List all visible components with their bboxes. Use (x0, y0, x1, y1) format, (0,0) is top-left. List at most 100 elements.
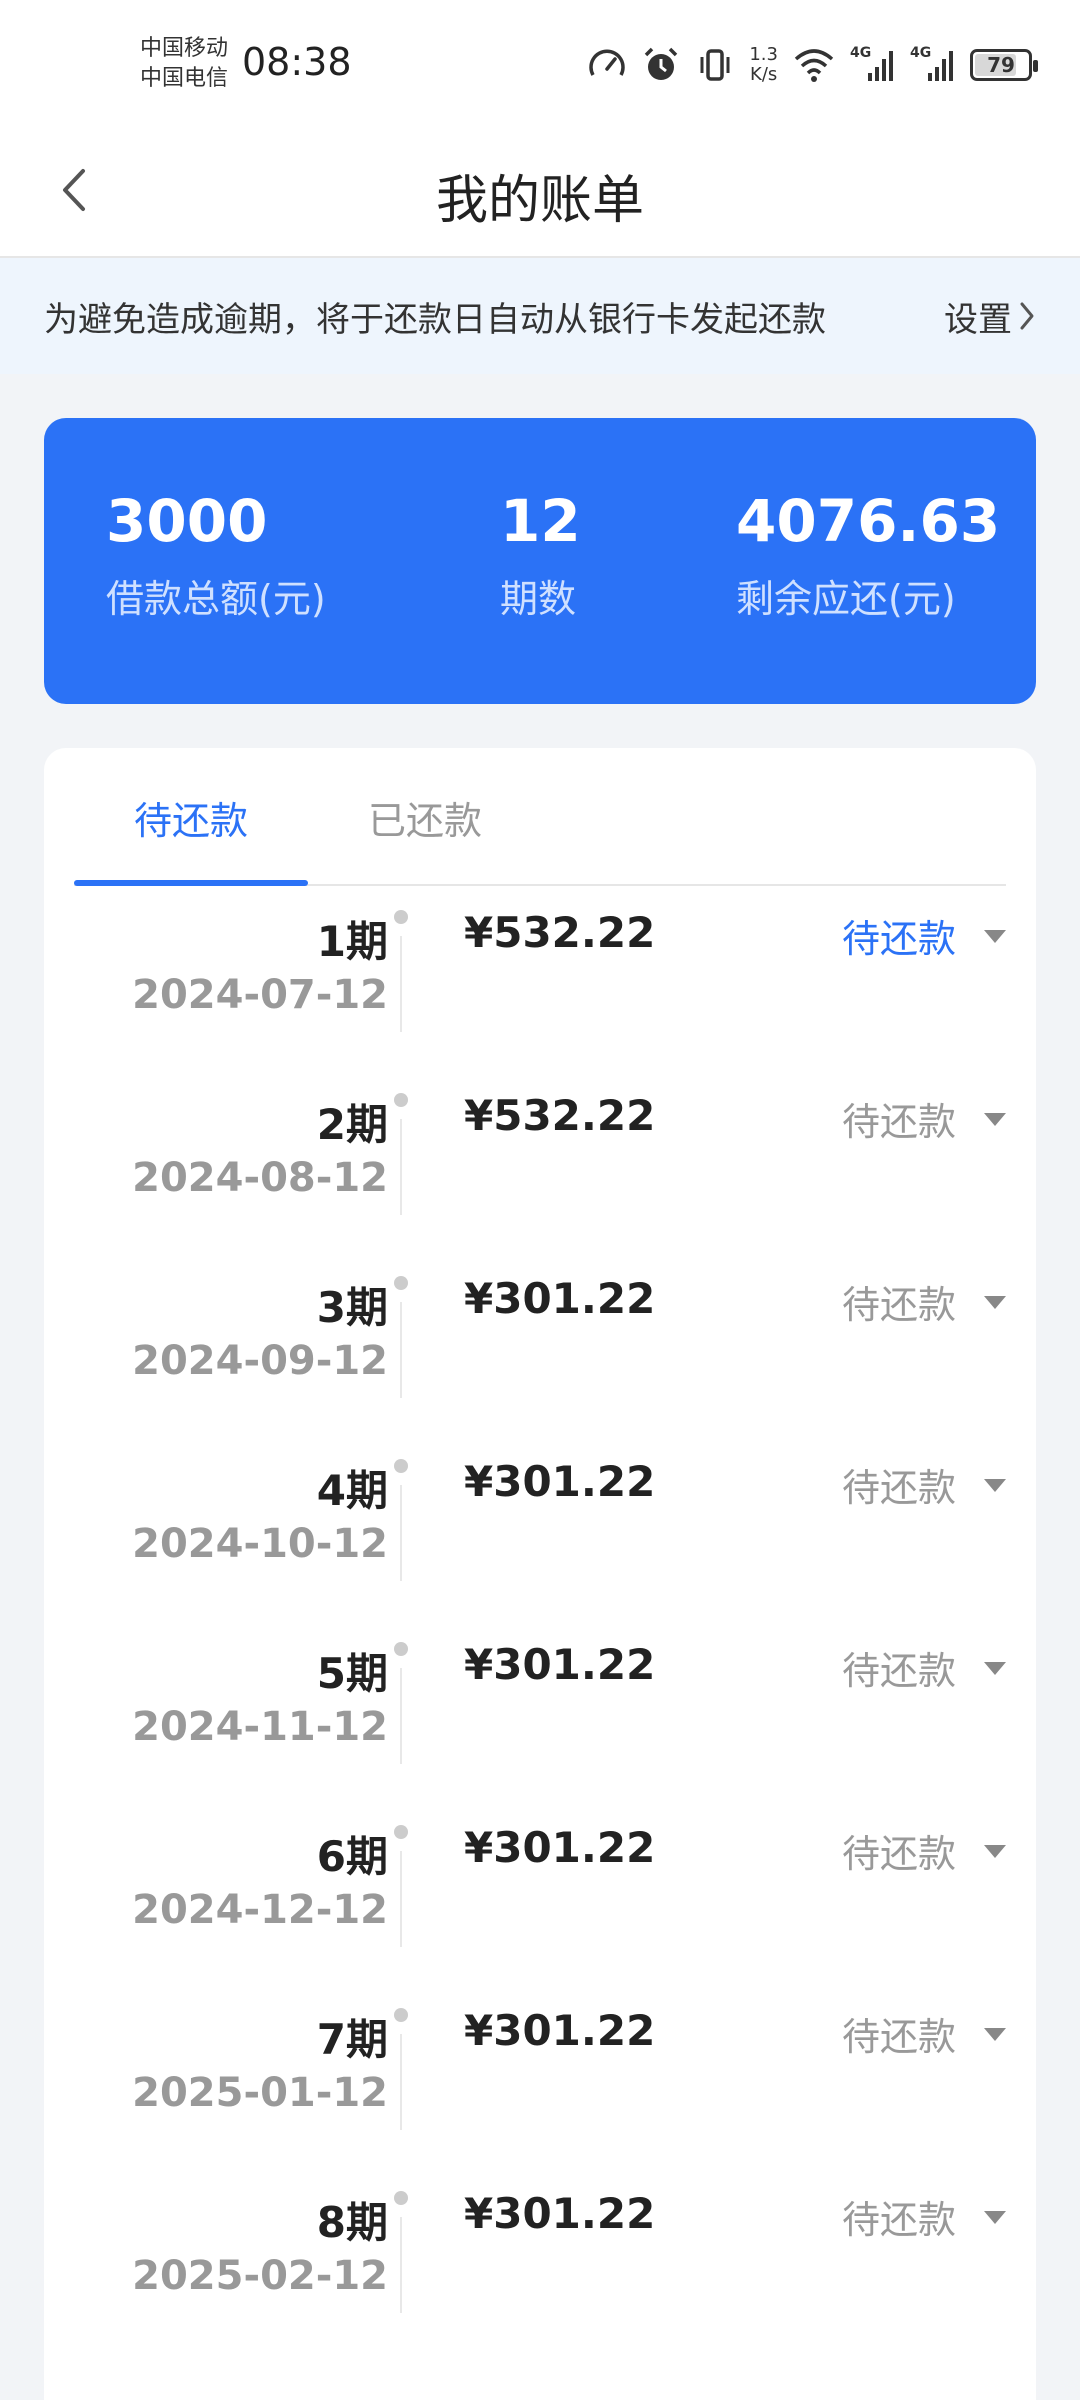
bill-row[interactable]: 5期 2024-11-12 ¥301.22 待还款 (44, 1640, 1036, 1823)
bill-amount: ¥301.22 (464, 1274, 656, 1323)
bill-amount: ¥301.22 (464, 1640, 656, 1689)
bill-row[interactable]: 4期 2024-10-12 ¥301.22 待还款 (44, 1457, 1036, 1640)
settings-link[interactable]: 设置 (944, 292, 1036, 341)
expand-caret-icon[interactable] (984, 1113, 1006, 1126)
bill-period: 4期 (316, 1466, 388, 1515)
expand-caret-icon[interactable] (984, 1479, 1006, 1492)
periods-value: 12 (500, 487, 581, 555)
total-amount-value: 3000 (106, 487, 268, 555)
bill-row[interactable]: 2期 2024-08-12 ¥532.22 待还款 (44, 1091, 1036, 1274)
bill-list: 1期 2024-07-12 ¥532.22 待还款 2期 2024-08-12 … (44, 908, 1036, 2372)
bill-date: 2024-09-12 (132, 1338, 388, 1384)
battery-icon: 79 (970, 49, 1038, 81)
active-tab-indicator (74, 880, 308, 886)
speedometer-icon (589, 49, 626, 76)
timeline-line (400, 2217, 402, 2313)
tab-paid[interactable]: 已还款 (308, 790, 542, 845)
timeline-line (400, 1668, 402, 1764)
expand-caret-icon[interactable] (984, 1296, 1006, 1309)
carrier-1: 中国移动 (140, 36, 229, 61)
bill-date: 2024-11-12 (132, 1704, 388, 1750)
expand-caret-icon[interactable] (984, 930, 1006, 943)
tab-pending[interactable]: 待还款 (74, 790, 308, 845)
bill-tabs: 待还款 已还款 (74, 748, 1006, 886)
timeline-dot (394, 2191, 408, 2205)
timeline-line (400, 1302, 402, 1398)
timeline-line (400, 1119, 402, 1215)
timeline-line (400, 1851, 402, 1947)
signal-icon: 4G (850, 45, 896, 85)
battery-level: 79 (987, 53, 1015, 77)
carrier-labels: 中国移动 中国电信 (140, 34, 228, 94)
bill-status: 待还款 (841, 1100, 956, 1144)
bill-row[interactable]: 3期 2024-09-12 ¥301.22 待还款 (44, 1274, 1036, 1457)
bill-amount: ¥301.22 (464, 1823, 656, 1872)
total-amount-label: 借款总额(元) (106, 577, 326, 621)
remaining-label: 剩余应还(元) (736, 577, 956, 621)
periods-label: 期数 (500, 577, 577, 621)
bill-period: 6期 (316, 1832, 388, 1881)
bill-amount: ¥301.22 (464, 1457, 656, 1506)
speed-value: 1.3 (749, 44, 778, 65)
network-speed: 1.3 K/s (749, 45, 778, 85)
bill-period: 3期 (316, 1283, 388, 1332)
chevron-right-icon (1020, 302, 1034, 330)
remaining-stat: 4076.63 剩余应还(元) (736, 486, 1000, 623)
timeline-dot (394, 1276, 408, 1290)
bill-amount: ¥301.22 (464, 2189, 656, 2238)
header: 我的账单 (0, 130, 1080, 258)
bill-date: 2024-12-12 (132, 1887, 388, 1933)
timeline-dot (394, 1825, 408, 1839)
bill-status: 待还款 (841, 1466, 956, 1510)
carrier-2: 中国电信 (140, 66, 229, 91)
total-amount-stat: 3000 借款总额(元) (106, 486, 326, 623)
bill-row[interactable]: 8期 2025-02-12 ¥301.22 待还款 (44, 2189, 1036, 2372)
bill-date: 2024-08-12 (132, 1155, 388, 1201)
signal-icon-2: 4G (910, 45, 956, 85)
periods-stat: 12 期数 (500, 486, 581, 623)
bill-status: 待还款 (841, 1832, 956, 1876)
bill-amount: ¥532.22 (464, 908, 656, 957)
bill-period: 7期 (316, 2015, 388, 2064)
auto-repay-notice: 为避免造成逾期，将于还款日自动从银行卡发起还款 设置 (0, 258, 1080, 374)
expand-caret-icon[interactable] (984, 1845, 1006, 1858)
bill-date: 2024-07-12 (132, 972, 388, 1018)
timeline-line (400, 936, 402, 1032)
clock: 08:38 (242, 40, 352, 84)
bill-status: 待还款 (841, 1649, 956, 1693)
settings-link-label: 设置 (944, 299, 1012, 340)
bill-status: 待还款 (841, 2015, 956, 2059)
bill-date: 2024-10-12 (132, 1521, 388, 1567)
bill-row[interactable]: 1期 2024-07-12 ¥532.22 待还款 (44, 908, 1036, 1091)
bill-row[interactable]: 6期 2024-12-12 ¥301.22 待还款 (44, 1823, 1036, 2006)
vibrate-icon (700, 49, 730, 81)
speed-unit: K/s (750, 64, 778, 85)
bill-status: 待还款 (841, 1283, 956, 1327)
timeline-dot (394, 910, 408, 924)
notice-text: 为避免造成逾期，将于还款日自动从银行卡发起还款 (44, 299, 826, 340)
expand-caret-icon[interactable] (984, 2211, 1006, 2224)
status-bar: 中国移动 中国电信 08:38 1.3 K/s 4G 4G 79 (0, 0, 1080, 130)
timeline-line (400, 1485, 402, 1581)
timeline-line (400, 2034, 402, 2130)
bill-period: 8期 (316, 2198, 388, 2247)
timeline-dot (394, 2008, 408, 2022)
bill-list-card: 待还款 已还款 1期 2024-07-12 ¥532.22 待还款 2期 202… (44, 748, 1036, 2400)
bill-period: 2期 (316, 1100, 388, 1149)
bill-amount: ¥532.22 (464, 1091, 656, 1140)
bill-status: 待还款 (841, 917, 956, 961)
expand-caret-icon[interactable] (984, 1662, 1006, 1675)
timeline-dot (394, 1459, 408, 1473)
expand-caret-icon[interactable] (984, 2028, 1006, 2041)
alarm-icon (645, 47, 678, 80)
bill-date: 2025-01-12 (132, 2070, 388, 2116)
bill-amount: ¥301.22 (464, 2006, 656, 2055)
wifi-icon (794, 49, 834, 82)
bill-date: 2025-02-12 (132, 2253, 388, 2299)
bill-status: 待还款 (841, 2198, 956, 2242)
loan-summary-card: 3000 借款总额(元) 12 期数 4076.63 剩余应还(元) (44, 418, 1036, 704)
bill-row[interactable]: 7期 2025-01-12 ¥301.22 待还款 (44, 2006, 1036, 2189)
page-title: 我的账单 (435, 171, 644, 231)
remaining-value: 4076.63 (736, 487, 1001, 555)
timeline-dot (394, 1642, 408, 1656)
